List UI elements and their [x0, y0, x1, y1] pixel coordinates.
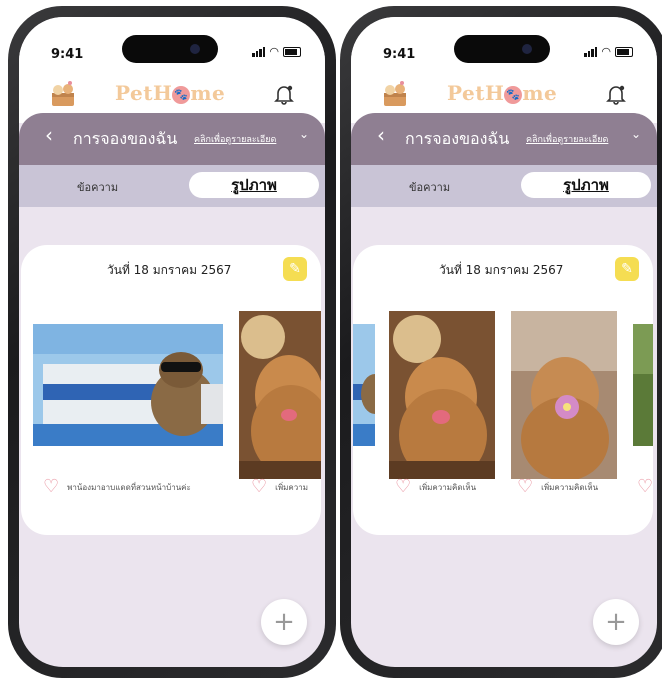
paw-icon: 🐾: [504, 86, 523, 104]
phone-frame-left: 9:41 ◠ PetH 🐾me ‹ การจองของฉัน คลิกเพื่อ…: [8, 6, 336, 678]
photo-caption-row: ♡: [637, 478, 653, 496]
pethome-logo-icon: [384, 81, 406, 106]
signal-icon: [252, 47, 266, 57]
screen-right: 9:41 ◠ PetH 🐾me ‹ การจองของฉัน คลิกเพื่อ…: [351, 17, 657, 667]
photo-date: วันที่ 18 มกราคม 2567: [107, 263, 232, 277]
edit-icon[interactable]: ✎: [283, 257, 307, 281]
photo-caption-row: ♡ เพิ่มความ: [251, 478, 308, 496]
heart-icon[interactable]: ♡: [43, 478, 59, 496]
tab-bar: ข้อความ รูปภาพ: [19, 165, 325, 207]
page-title: การจองของฉัน: [405, 129, 510, 148]
detail-link[interactable]: คลิกเพื่อดูรายละเอียด: [194, 132, 276, 146]
dynamic-island: [454, 35, 550, 63]
photo-dog-sunglasses[interactable]: [33, 324, 223, 446]
status-icons: ◠: [584, 45, 633, 58]
edit-icon[interactable]: ✎: [615, 257, 639, 281]
tab-messages[interactable]: ข้อความ: [409, 178, 450, 196]
add-comment-link[interactable]: เพิ่มความคิดเห็น: [419, 481, 476, 494]
notification-bell-icon[interactable]: [605, 83, 627, 105]
photo-golden-retriever-autumn[interactable]: [239, 311, 321, 479]
detail-link[interactable]: คลิกเพื่อดูรายละเอียด: [526, 132, 608, 146]
notification-bell-icon[interactable]: [273, 83, 295, 105]
heart-icon[interactable]: ♡: [251, 478, 267, 496]
tab-messages[interactable]: ข้อความ: [77, 178, 118, 196]
status-icons: ◠: [252, 45, 301, 58]
photo-golden-retriever-autumn[interactable]: [389, 311, 495, 479]
chevron-down-icon[interactable]: ⌄: [299, 127, 309, 141]
page-title: การจองของฉัน: [73, 129, 178, 148]
booking-header: ‹ การจองของฉัน คลิกเพื่อดูรายละเอียด ⌄: [351, 113, 657, 165]
photo-card: วันที่ 18 มกราคม 2567 ✎ ♡ พาน้องมาอาบแดด…: [21, 245, 321, 535]
photo-date: วันที่ 18 มกราคม 2567: [439, 263, 564, 277]
signal-icon: [584, 47, 598, 57]
heart-icon[interactable]: ♡: [395, 478, 411, 496]
status-bar: 9:41 ◠: [351, 17, 657, 77]
battery-icon: [615, 47, 633, 57]
heart-icon[interactable]: ♡: [637, 478, 653, 496]
status-time: 9:41: [383, 47, 416, 62]
add-button[interactable]: +: [593, 599, 639, 645]
chevron-down-icon[interactable]: ⌄: [631, 127, 641, 141]
back-button[interactable]: ‹: [45, 123, 53, 147]
pethome-logo-icon: [52, 81, 74, 106]
add-comment-link[interactable]: เพิ่มความ: [275, 481, 308, 494]
status-time: 9:41: [51, 47, 84, 62]
heart-icon[interactable]: ♡: [517, 478, 533, 496]
wifi-icon: ◠: [601, 45, 611, 58]
screen-left: 9:41 ◠ PetH 🐾me ‹ การจองของฉัน คลิกเพื่อ…: [19, 17, 325, 667]
photo-dog-sunglasses-partial[interactable]: [353, 324, 375, 446]
brand-logo-text: PetH 🐾me: [447, 81, 558, 105]
photo-caption: พาน้องมาอาบแดดที่สวนหน้าบ้านค่ะ: [67, 482, 191, 492]
paw-icon: 🐾: [172, 86, 191, 104]
tab-bar: ข้อความ รูปภาพ: [351, 165, 657, 207]
booking-header: ‹ การจองของฉัน คลิกเพื่อดูรายละเอียด ⌄: [19, 113, 325, 165]
add-button[interactable]: +: [261, 599, 307, 645]
battery-icon: [283, 47, 301, 57]
photo-golden-retriever-flower[interactable]: [511, 311, 617, 479]
tab-photos[interactable]: รูปภาพ: [189, 172, 319, 198]
photo-next-partial[interactable]: [633, 324, 653, 446]
brand-logo-text: PetH 🐾me: [115, 81, 226, 105]
photo-card: วันที่ 18 มกราคม 2567 ✎ ♡ เพิ่มความคิดเห…: [353, 245, 653, 535]
wifi-icon: ◠: [269, 45, 279, 58]
status-bar: 9:41 ◠: [19, 17, 325, 77]
add-comment-link[interactable]: เพิ่มความคิดเห็น: [541, 481, 598, 494]
dynamic-island: [122, 35, 218, 63]
photo-caption-row: ♡ เพิ่มความคิดเห็น: [395, 478, 476, 496]
back-button[interactable]: ‹: [377, 123, 385, 147]
phone-frame-right: 9:41 ◠ PetH 🐾me ‹ การจองของฉัน คลิกเพื่อ…: [340, 6, 662, 678]
photo-caption-row: ♡ เพิ่มความคิดเห็น: [517, 478, 598, 496]
photo-caption-row: ♡ พาน้องมาอาบแดดที่สวนหน้าบ้านค่ะ: [43, 478, 191, 496]
tab-photos[interactable]: รูปภาพ: [521, 172, 651, 198]
